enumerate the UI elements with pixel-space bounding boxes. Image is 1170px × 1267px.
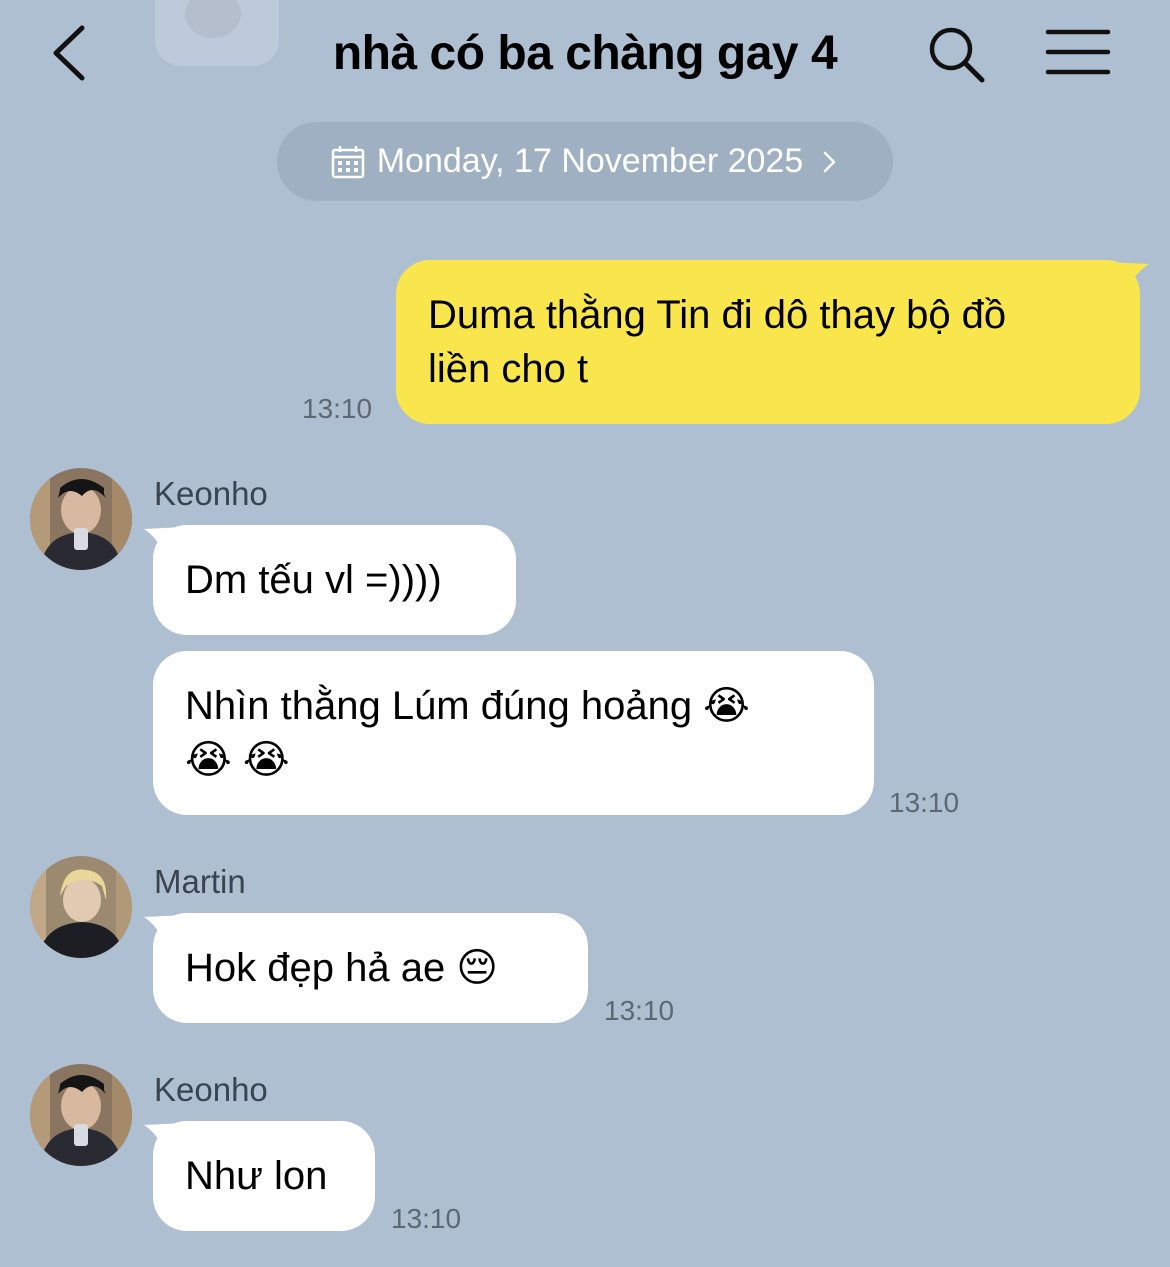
chevron-left-icon: [53, 25, 85, 81]
message-text-line: Hok đẹp hả ae 😔: [185, 946, 499, 990]
chevron-right-icon: [824, 151, 836, 172]
message-timestamp: 13:10: [889, 787, 960, 818]
back-button[interactable]: [40, 18, 110, 88]
message-text-line: 😭 😭: [185, 738, 290, 782]
calendar-icon: [331, 145, 364, 178]
hamburger-menu-icon: [1045, 29, 1111, 75]
search-button[interactable]: [924, 22, 988, 86]
sender-name: Keonho: [154, 475, 268, 512]
avatar-keonho[interactable]: [30, 468, 132, 570]
message-text-line: Duma thằng Tin đi dô thay bộ đồ: [428, 293, 1007, 337]
message-text-line: Nhìn thằng Lúm đúng hoảng 😭: [185, 684, 750, 728]
menu-button[interactable]: [1042, 22, 1114, 82]
chat-title: nhà có ba chàng gay 4: [332, 27, 838, 80]
message-bubble-incoming[interactable]: Như lon: [153, 1121, 375, 1231]
avatar-keonho[interactable]: [30, 1064, 132, 1166]
message-timestamp: 13:10: [302, 393, 373, 424]
sender-name: Keonho: [154, 1071, 268, 1108]
message-text-line: liền cho t: [428, 347, 589, 391]
message-bubble-incoming[interactable]: Dm tếu vl =)))): [153, 525, 516, 635]
avatar-martin[interactable]: [30, 856, 132, 958]
date-separator[interactable]: Monday, 17 November 2025: [277, 122, 893, 201]
message-bubble-incoming[interactable]: Nhìn thằng Lúm đúng hoảng 😭 😭 😭: [153, 651, 874, 815]
partial-avatar: [155, 0, 279, 66]
message-text-line: Dm tếu vl =)))): [185, 558, 442, 602]
message-bubble-incoming[interactable]: Hok đẹp hả ae 😔: [153, 913, 588, 1023]
message-bubble-outgoing[interactable]: Duma thằng Tin đi dô thay bộ đồ liền cho…: [396, 260, 1140, 424]
avatar-image: [30, 856, 132, 958]
message-timestamp: 13:10: [391, 1203, 462, 1234]
date-label: Monday, 17 November 2025: [376, 142, 804, 180]
search-icon: [929, 27, 985, 83]
avatar-image: [30, 468, 132, 570]
message-text-line: Như lon: [185, 1154, 328, 1198]
message-timestamp: 13:10: [604, 995, 675, 1026]
sender-name: Martin: [154, 863, 246, 900]
avatar-image: [30, 1064, 132, 1166]
